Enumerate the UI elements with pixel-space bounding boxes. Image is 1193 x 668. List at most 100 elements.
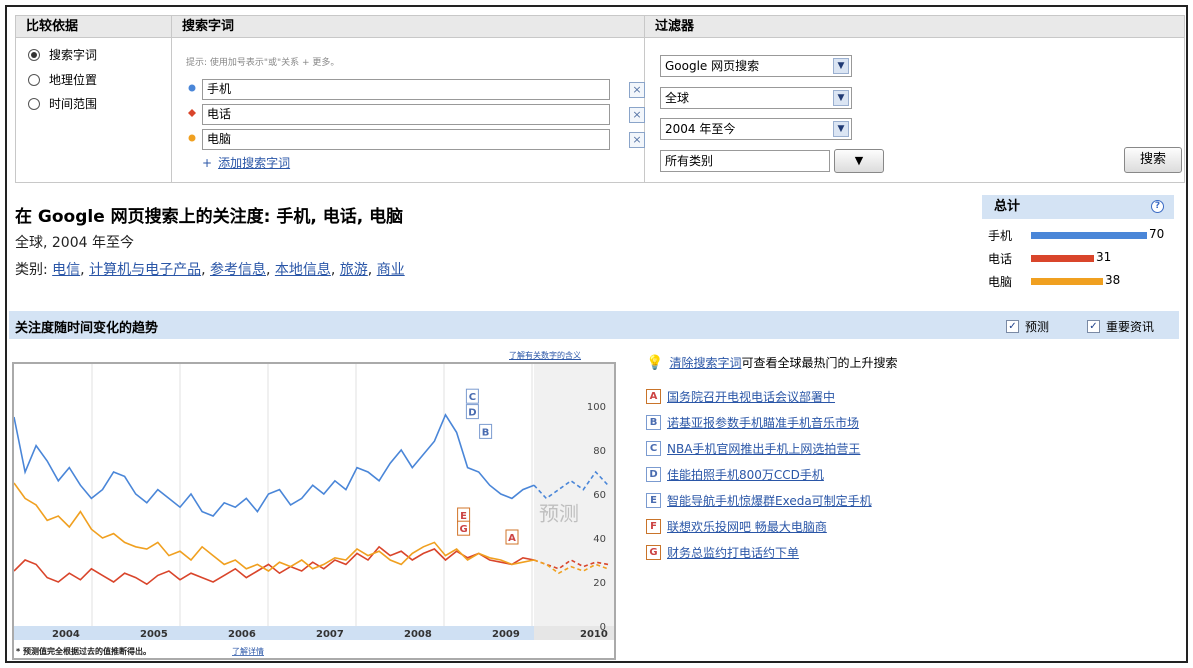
news-link[interactable]: 联想欢乐投网吧 畅最大电脑商 — [667, 518, 827, 535]
x-tick-label: 2008 — [404, 629, 432, 640]
term-color-dot — [188, 109, 196, 117]
select-value: Google 网页搜索 — [665, 59, 760, 73]
category-prefix: 类别: — [15, 262, 48, 278]
forecast-checkbox[interactable]: ✓ 预测 — [1006, 318, 1049, 335]
y-tick-label: 20 — [593, 578, 606, 589]
news-header: 💡 清除搜索字词 可查看全球最热门的上升搜索 — [646, 354, 897, 371]
remove-term-icon[interactable]: × — [629, 107, 645, 123]
chevron-down-icon: ▼ — [833, 121, 849, 137]
chart-footnote-link[interactable]: 了解详情 — [232, 646, 264, 656]
news-link[interactable]: 财务总监约打电话约下单 — [667, 544, 799, 561]
chart-marker-label: A — [508, 533, 516, 544]
filters-header: 过滤器 — [645, 16, 1184, 38]
checkbox-label: 重要资讯 — [1106, 320, 1155, 334]
help-icon[interactable]: ? — [1151, 200, 1164, 213]
clear-terms-link[interactable]: 清除搜索字词 — [669, 354, 741, 371]
news-link[interactable]: NBA手机官网推出手机上网选拍营王 — [667, 440, 860, 457]
lightbulb-icon: 💡 — [646, 354, 664, 371]
page-frame: 比较依据 搜索字词 过滤器 搜索字词 地理位置 时间范围 提示: 使用加号表示"… — [5, 5, 1188, 663]
radio-location[interactable]: 地理位置 — [28, 71, 97, 88]
chart-help-link[interactable]: 了解有关数字的含义 — [509, 350, 581, 361]
radio-time-range[interactable]: 时间范围 — [28, 95, 97, 112]
term-input-2[interactable]: 电话 — [202, 104, 610, 125]
category-dropdown-button[interactable]: ▼ — [834, 149, 884, 173]
checkmark-icon: ✓ — [1087, 320, 1100, 333]
query-panel: 比较依据 搜索字词 过滤器 搜索字词 地理位置 时间范围 提示: 使用加号表示"… — [15, 15, 1185, 183]
totals-label: 手机 — [988, 229, 1013, 243]
totals-value: 31 — [1096, 250, 1112, 264]
news-marker: D — [646, 467, 661, 482]
chart-marker-label: D — [468, 408, 476, 419]
search-type-select[interactable]: Google 网页搜索 ▼ — [660, 55, 852, 77]
radio-search-terms[interactable]: 搜索字词 — [28, 46, 97, 63]
totals-title: 总计 — [994, 199, 1021, 214]
term-input-1[interactable]: 手机 — [202, 79, 610, 100]
select-value: 2004 年至今 — [665, 122, 736, 136]
chart-marker-label: B — [482, 427, 490, 438]
x-tick-label: 2006 — [228, 629, 256, 640]
totals-bar — [1031, 232, 1147, 239]
x-tick-label: 2005 — [140, 629, 168, 640]
totals-bar — [1031, 255, 1094, 262]
totals-bar — [1031, 278, 1103, 285]
radio-dot — [28, 48, 40, 61]
news-link[interactable]: 诺基亚报参数手机瞄准手机音乐市场 — [667, 414, 859, 431]
news-marker: E — [646, 493, 661, 508]
time-select[interactable]: 2004 年至今 ▼ — [660, 118, 852, 140]
search-button[interactable]: 搜索 — [1124, 147, 1182, 173]
news-item[interactable]: B 诺基亚报参数手机瞄准手机音乐市场 — [646, 414, 859, 431]
checkbox-label: 预测 — [1025, 320, 1050, 334]
radio-dot — [28, 97, 40, 110]
radio-label: 地理位置 — [49, 73, 98, 87]
news-item[interactable]: C NBA手机官网推出手机上网选拍营王 — [646, 440, 860, 457]
totals-value: 38 — [1105, 273, 1121, 287]
add-term-link[interactable]: + 添加搜索字词 — [202, 154, 290, 171]
totals-value: 70 — [1149, 227, 1165, 241]
news-link[interactable]: 国务院召开电视电话会议部署中 — [667, 388, 835, 405]
term-color-dot — [188, 84, 196, 92]
news-marker: C — [646, 441, 661, 456]
category-link[interactable]: 本地信息 — [275, 262, 331, 278]
category-link[interactable]: 计算机与电子产品 — [89, 262, 201, 278]
category-input[interactable]: 所有类别 — [660, 150, 830, 172]
news-item[interactable]: D 佳能拍照手机800万CCD手机 — [646, 466, 824, 483]
chart-marker-label: C — [469, 392, 476, 403]
news-marker: B — [646, 415, 661, 430]
totals-label: 电脑 — [988, 275, 1013, 289]
term-color-dot — [188, 134, 196, 142]
news-item[interactable]: G 财务总监约打电话约下单 — [646, 544, 799, 561]
select-value: 全球 — [665, 91, 690, 105]
totals-label: 电话 — [988, 252, 1013, 266]
y-tick-label: 60 — [593, 490, 606, 501]
category-link[interactable]: 电信 — [52, 262, 80, 278]
chevron-down-icon: ▼ — [854, 154, 864, 167]
terms-header: 搜索字词 — [172, 16, 644, 38]
news-item[interactable]: F 联想欢乐投网吧 畅最大电脑商 — [646, 518, 827, 535]
region-select[interactable]: 全球 ▼ — [660, 87, 852, 109]
radio-label: 时间范围 — [49, 97, 98, 111]
compare-header: 比较依据 — [16, 16, 171, 38]
news-link[interactable]: 佳能拍照手机800万CCD手机 — [667, 466, 824, 483]
y-tick-label: 100 — [587, 402, 606, 413]
forecast-watermark: 预测 — [539, 501, 579, 525]
chevron-down-icon: ▼ — [833, 90, 849, 106]
news-checkbox[interactable]: ✓ 重要资讯 — [1087, 318, 1154, 335]
remove-term-icon[interactable]: × — [629, 82, 645, 98]
result-title: 在 Google 网页搜索上的关注度: 手机, 电话, 电脑 — [15, 207, 404, 227]
trend-bar: 关注度随时间变化的趋势 ✓ 预测 ✓ 重要资讯 — [9, 311, 1179, 339]
category-link[interactable]: 参考信息 — [210, 262, 266, 278]
x-tick-label: 2007 — [316, 629, 344, 640]
category-link[interactable]: 商业 — [377, 262, 405, 278]
news-item[interactable]: A 国务院召开电视电话会议部署中 — [646, 388, 835, 405]
chart-footnote: * 预测值完全根据过去的值推断得出。 — [16, 646, 151, 656]
news-item[interactable]: E 智能导航手机惊爆群Exeda可制定手机 — [646, 492, 872, 509]
news-marker: G — [646, 545, 661, 560]
category-link[interactable]: 旅游 — [340, 262, 368, 278]
news-link[interactable]: 智能导航手机惊爆群Exeda可制定手机 — [667, 492, 872, 509]
category-links: 类别: 电信, 计算机与电子产品, 参考信息, 本地信息, 旅游, 商业 — [15, 262, 405, 278]
term-input-3[interactable]: 电脑 — [202, 129, 610, 150]
terms-hint: 提示: 使用加号表示"或"关系 + 更多。 — [186, 58, 340, 68]
y-tick-label: 0 — [600, 622, 606, 633]
remove-term-icon[interactable]: × — [629, 132, 645, 148]
radio-label: 搜索字词 — [49, 48, 98, 62]
